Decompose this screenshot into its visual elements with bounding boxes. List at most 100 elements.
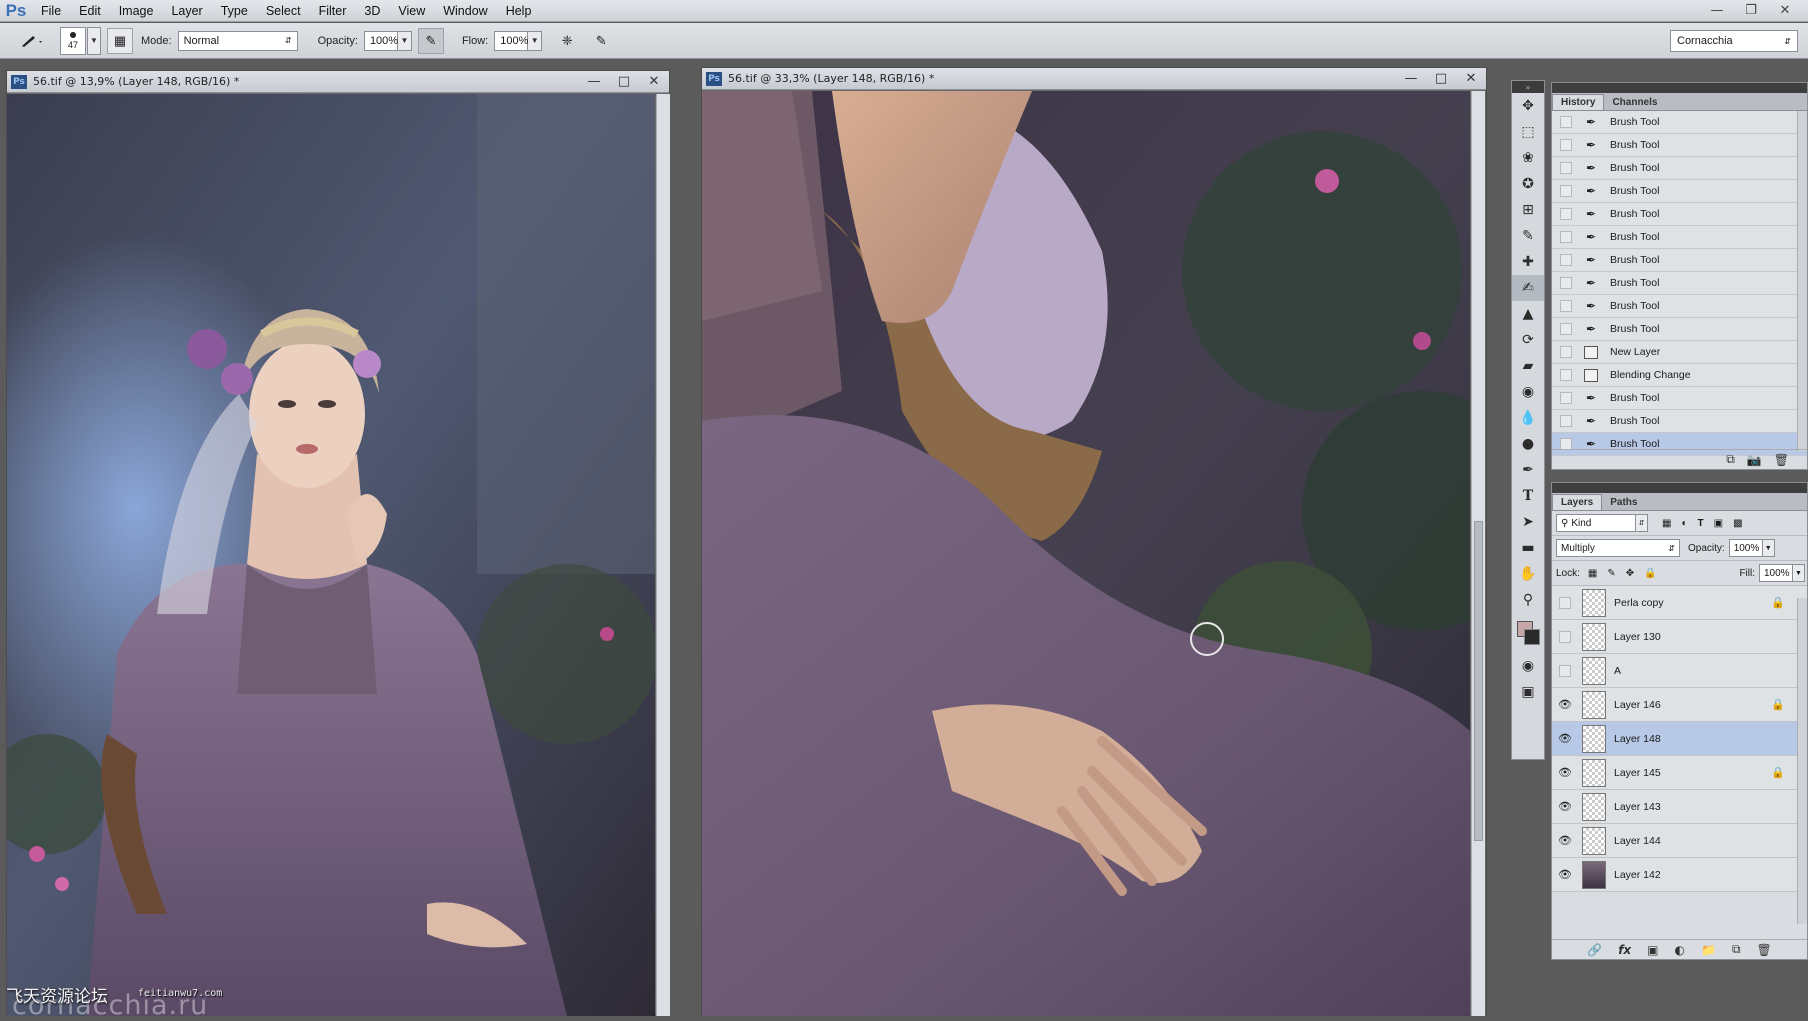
eye-icon[interactable]: 👁 [1552,800,1578,813]
history-item[interactable]: ✒ Brush Tool [1552,249,1807,272]
history-source-checkbox[interactable] [1560,369,1572,381]
history-source-checkbox[interactable] [1560,346,1572,358]
history-item[interactable]: New Layer [1552,341,1807,364]
pen-tool-icon[interactable]: ✒ [1512,457,1544,483]
trash-icon[interactable]: 🗑 [1774,453,1789,467]
workspace-select[interactable]: Cornacchia ⇵ [1670,30,1798,52]
minimize-icon[interactable]: — [1700,0,1734,20]
menu-edit[interactable]: Edit [70,4,110,18]
close-icon[interactable]: ✕ [1768,0,1802,20]
history-source-checkbox[interactable] [1560,415,1572,427]
layer-row[interactable]: 👁 Layer 142 [1552,858,1807,892]
link-layers-icon[interactable]: 🔗 [1587,943,1602,957]
eyedropper-tool-icon[interactable]: ✎ [1512,223,1544,249]
filter-dropdown-icon[interactable]: ⇵ [1636,514,1648,532]
mode-select[interactable]: Normal ⇵ [177,30,298,51]
history-item[interactable]: ✒ Brush Tool [1552,180,1807,203]
new-group-icon[interactable]: 📁 [1701,943,1716,957]
history-source-checkbox[interactable] [1560,139,1572,151]
crop-tool-icon[interactable]: ⊞ [1512,197,1544,223]
tab-paths[interactable]: Paths [1602,495,1645,510]
eye-icon[interactable]: 👁 [1552,868,1578,881]
clone-stamp-tool-icon[interactable]: ▲ [1512,301,1544,327]
screen-mode-icon[interactable]: ▣ [1512,679,1544,705]
history-source-checkbox[interactable] [1560,208,1572,220]
tab-history[interactable]: History [1552,94,1605,110]
opacity-input[interactable]: 100% [363,30,398,51]
lock-position-icon[interactable]: ✥ [1626,568,1634,579]
eraser-tool-icon[interactable]: ▰ [1512,353,1544,379]
fill-input[interactable]: 100% [1759,564,1793,582]
restore-icon[interactable]: ❐ [1734,0,1768,20]
adjustment-filter-icon[interactable]: ◐ [1681,518,1687,529]
opacity-dropdown-icon[interactable]: ▼ [397,30,412,51]
layer-row[interactable]: 👁 Layer 146 🔒 [1552,688,1807,722]
brush-size-dropdown-icon[interactable]: ▼ [87,26,101,55]
menu-image[interactable]: Image [110,4,163,18]
lock-all-icon[interactable]: 🔒 [1644,568,1656,579]
eye-icon[interactable]: 👁 [1552,834,1578,847]
history-item[interactable]: Blending Change [1552,364,1807,387]
background-color-swatch[interactable] [1524,629,1540,645]
history-item[interactable]: ✒ Brush Tool [1552,295,1807,318]
type-filter-icon[interactable]: T [1698,518,1704,529]
color-swatches[interactable] [1512,613,1544,653]
close-icon[interactable]: ✕ [1456,71,1486,86]
eye-icon[interactable]: 👁 [1552,732,1578,745]
lock-image-icon[interactable]: ✎ [1607,568,1615,579]
quick-mask-icon[interactable]: ◉ [1512,653,1544,679]
marquee-tool-icon[interactable]: ⬚ [1512,119,1544,145]
lock-transparent-icon[interactable]: ▦ [1588,568,1597,579]
history-item[interactable]: ✒ Brush Tool [1552,226,1807,249]
brush-panel-toggle-icon[interactable]: ▦ [107,27,133,54]
history-source-checkbox[interactable] [1560,162,1572,174]
history-item[interactable]: ✒ Brush Tool [1552,111,1807,134]
menu-file[interactable]: File [32,4,70,18]
minimize-icon[interactable]: — [1396,71,1426,86]
history-item[interactable]: ✒ Brush Tool [1552,410,1807,433]
hand-tool-icon[interactable]: ✋ [1512,561,1544,587]
tool-preset-picker[interactable] [12,28,52,54]
history-item[interactable]: ✒ Brush Tool [1552,387,1807,410]
menu-view[interactable]: View [389,4,434,18]
blur-tool-icon[interactable]: 💧 [1512,405,1544,431]
history-item[interactable]: ✒ Brush Tool [1552,203,1807,226]
history-source-checkbox[interactable] [1560,185,1572,197]
tab-channels[interactable]: Channels [1604,95,1665,110]
path-selection-tool-icon[interactable]: ➤ [1512,509,1544,535]
history-source-checkbox[interactable] [1560,254,1572,266]
healing-brush-tool-icon[interactable]: ✚ [1512,249,1544,275]
canvas-left[interactable] [7,94,655,1016]
menu-window[interactable]: Window [434,4,496,18]
tab-layers[interactable]: Layers [1552,494,1603,510]
menu-layer[interactable]: Layer [162,4,211,18]
panel-grip[interactable] [1552,83,1807,93]
blend-mode-select[interactable]: Multiply ⇵ [1556,539,1680,557]
eye-icon[interactable]: 👁 [1552,766,1578,779]
layer-row[interactable]: 👁 Layer 144 [1552,824,1807,858]
filter-kind-select[interactable]: ⚲ Kind [1556,514,1636,532]
history-scrollbar[interactable] [1797,111,1807,451]
document-title-bar[interactable]: Ps 56.tif @ 33,3% (Layer 148, RGB/16) * … [702,68,1486,90]
canvas-right[interactable] [702,91,1470,1016]
scroll-thumb[interactable] [1474,521,1483,841]
menu-filter[interactable]: Filter [310,4,356,18]
layer-opacity-dropdown-icon[interactable]: ▼ [1762,539,1775,557]
flow-input[interactable]: 100% [494,30,528,51]
pressure-size-icon[interactable]: ✎ [588,28,614,54]
menu-3d[interactable]: 3D [355,4,389,18]
visibility-toggle[interactable] [1552,597,1578,609]
move-tool-icon[interactable]: ✥ [1512,93,1544,119]
layer-row[interactable]: 👁 Layer 148 [1552,722,1807,756]
layer-opacity-input[interactable]: 100% [1728,539,1763,557]
layer-row[interactable]: Layer 130 [1552,620,1807,654]
history-source-checkbox[interactable] [1560,323,1572,335]
lasso-tool-icon[interactable]: ❀ [1512,145,1544,171]
rectangle-tool-icon[interactable]: ▬ [1512,535,1544,561]
zoom-tool-icon[interactable]: ⚲ [1512,587,1544,613]
airbrush-icon[interactable]: ❈ [554,28,580,54]
maximize-icon[interactable]: □ [1426,71,1456,86]
type-tool-icon[interactable]: T [1512,483,1544,509]
quick-select-tool-icon[interactable]: ✪ [1512,171,1544,197]
history-item[interactable]: ✒ Brush Tool [1552,318,1807,341]
